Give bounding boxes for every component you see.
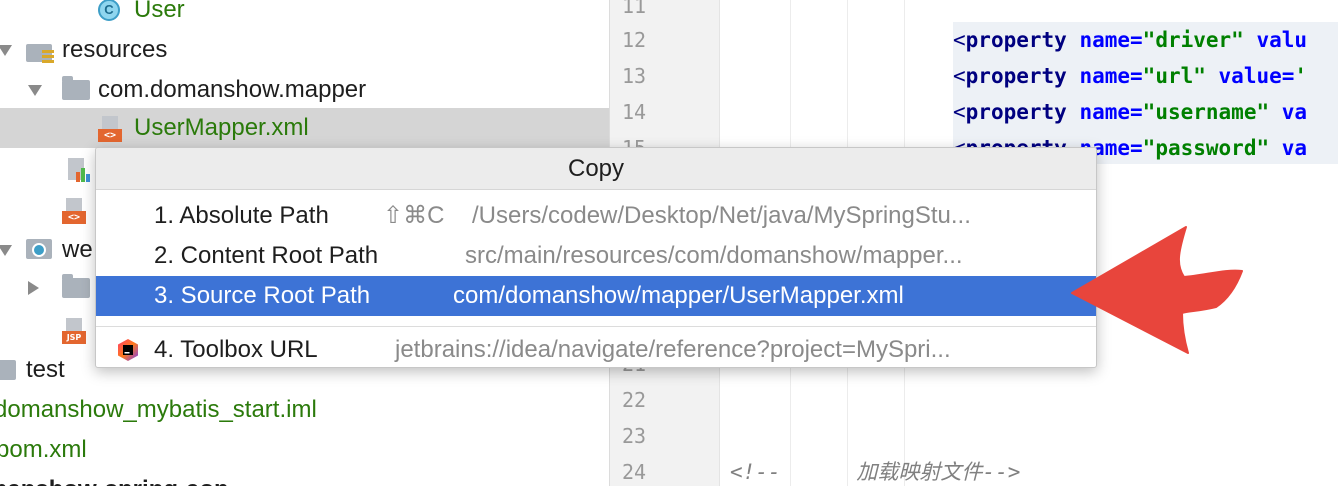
tree-item-label: User [134,0,185,23]
line-number: 23 [622,424,647,448]
xml-file-icon: <> [98,116,124,142]
code-tag: property [965,64,1067,88]
code-attr: valu [1243,28,1308,52]
copy-popup-menu: Copy 1. Absolute Path ⇧⌘C /Users/codew/D… [95,147,1097,368]
chart-file-icon [64,158,90,184]
class-icon: C [98,0,120,21]
code-val: "url" [1142,64,1206,88]
code-line: <property name="url" value=' [953,58,1307,94]
line-number: 22 [622,388,647,412]
menu-separator [96,326,1096,327]
menu-item-label: 3. Source Root Path [154,282,371,309]
tree-item-iml[interactable]: domanshow_mybatis_start.iml [0,390,609,430]
tree-item-package[interactable]: com.domanshow.mapper [0,70,609,110]
chevron-down-icon[interactable] [0,45,12,56]
code-attr: name= [1066,64,1143,88]
folder-icon [62,274,90,298]
xml-file-icon: <> [62,198,88,224]
code-val: ' [1294,64,1308,88]
tree-item-label: we [62,236,93,263]
code-tag: property [965,28,1067,52]
code-punc: < [953,64,966,88]
tree-item-user[interactable]: C User [0,0,609,30]
toolbox-icon [118,339,138,361]
menu-item-path: /Users/codew/Desktop/Net/java/MySpringSt… [472,202,971,229]
chevron-down-icon[interactable] [28,85,42,96]
menu-item-label: 1. Absolute Path [154,202,329,229]
tree-item-resources[interactable]: resources [0,30,609,70]
package-folder-icon [62,76,90,100]
tree-item-pom[interactable]: pom.xml [0,430,609,470]
menu-item-toolbox-url[interactable]: 4. Toolbox URL jetbrains://idea/navigate… [96,330,1096,367]
chevron-down-icon[interactable] [0,245,12,256]
menu-item-path: jetbrains://idea/navigate/reference?proj… [395,336,951,363]
line-number: 11 [622,0,647,18]
tree-item-label: com.domanshow.mapper [98,76,367,103]
tree-item-label: manshow-spring-aop [0,470,229,486]
line-number: 24 [622,460,647,484]
tree-item-label: UserMapper.xml [134,114,309,141]
tree-item-label: test [26,356,65,383]
tree-item-usermapper-xml[interactable]: <> UserMapper.xml [0,108,609,148]
menu-item-content-root-path[interactable]: 2. Content Root Path src/main/resources/… [96,236,1096,276]
code-tag: property [965,100,1067,124]
code-val: "username" [1142,100,1270,124]
code-attr: value= [1205,64,1295,88]
folder-icon [0,360,16,380]
red-arrow-annotation [1071,226,1243,354]
code-line: <property name="username" va [953,94,1307,130]
code-attr: name= [1066,100,1143,124]
tree-item-label: pom.xml [0,436,87,463]
code-val: "driver" [1142,28,1244,52]
menu-item-path: com/domanshow/mapper/UserMapper.xml [453,282,904,309]
line-number: 12 [622,28,647,52]
tree-item-label: resources [62,36,168,63]
web-folder-icon [26,239,52,259]
code-comment: <!-- 加载映射文件--> [730,460,1021,484]
code-punc: < [953,28,966,52]
tree-item-label: domanshow_mybatis_start.iml [0,396,317,423]
menu-item-source-root-path[interactable]: 3. Source Root Path com/domanshow/mapper… [96,276,1096,316]
menu-item-label: 2. Content Root Path [154,242,379,269]
code-attr: va [1269,100,1308,124]
menu-item-path: src/main/resources/com/domanshow/mapper.… [465,242,963,269]
code-punc: < [953,100,966,124]
tree-item-module[interactable]: manshow-spring-aop [0,470,609,486]
code-attr: va [1269,136,1308,160]
menu-item-label: 4. Toolbox URL [154,336,318,363]
line-number: 14 [622,100,647,124]
line-number: 13 [622,64,647,88]
code-val: "password" [1142,136,1270,160]
popup-title: Copy [96,148,1096,190]
code-line: <property name="driver" valu [953,22,1307,58]
resources-folder-icon [26,40,54,63]
jsp-file-icon: JSP [62,318,88,344]
menu-item-shortcut: ⇧⌘C [383,202,445,229]
menu-item-absolute-path[interactable]: 1. Absolute Path ⇧⌘C /Users/codew/Deskto… [96,196,1096,236]
code-attr: name= [1066,28,1143,52]
chevron-right-icon[interactable] [28,281,39,295]
